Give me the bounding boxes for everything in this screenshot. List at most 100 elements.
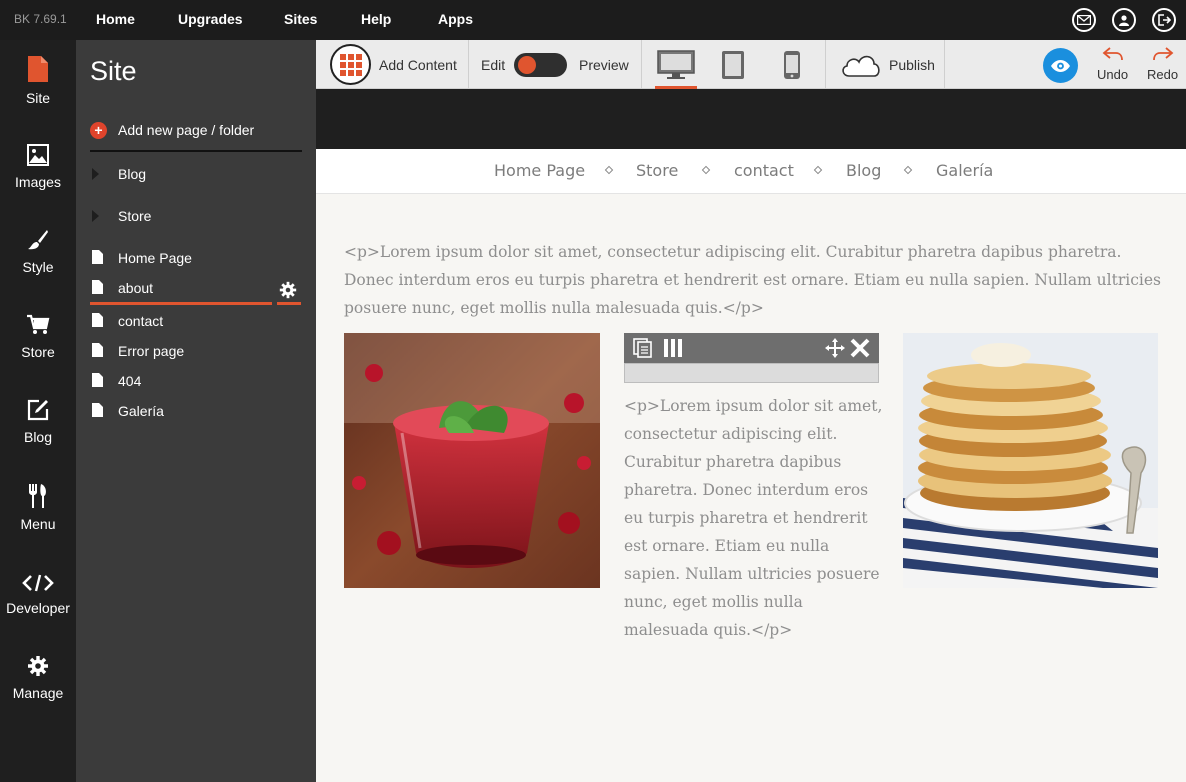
undo-button[interactable]: Undo xyxy=(1097,67,1128,82)
edit-preview-toggle[interactable] xyxy=(514,53,567,77)
view-site-button[interactable] xyxy=(1043,48,1078,83)
tree-item-blog[interactable]: Blog xyxy=(90,164,302,188)
version-label: BK 7.69.1 xyxy=(14,12,67,26)
expand-arrow-icon[interactable] xyxy=(92,210,99,222)
rail-item-manage[interactable]: Manage xyxy=(0,655,76,735)
tree-item-label: about xyxy=(118,280,154,296)
rail-label-developer: Developer xyxy=(6,600,70,616)
add-new-page-label: Add new page / folder xyxy=(118,122,255,138)
redo-icon[interactable] xyxy=(1152,47,1174,61)
publish-button[interactable]: Publish xyxy=(889,57,935,73)
tree-item-404[interactable]: 404 xyxy=(90,371,302,395)
page-icon xyxy=(92,403,103,417)
page-settings-gear-icon[interactable] xyxy=(279,281,297,299)
add-content-button[interactable] xyxy=(330,44,371,85)
page-settings-indicator xyxy=(277,302,301,305)
tablet-view-icon[interactable] xyxy=(721,50,745,80)
account-icon[interactable] xyxy=(1112,8,1136,32)
page-icon xyxy=(92,313,103,327)
pancakes-image[interactable] xyxy=(903,333,1158,588)
tree-item-galeria[interactable]: Galería xyxy=(90,401,302,425)
rail-label-images: Images xyxy=(15,174,61,190)
page-icon xyxy=(92,343,103,357)
tree-item-home-page[interactable]: Home Page xyxy=(90,248,302,272)
plus-icon: + xyxy=(90,122,107,139)
tree-item-label: 404 xyxy=(118,373,142,389)
site-nav-home-page[interactable]: Home Page xyxy=(494,161,585,180)
preview-mode-label: Preview xyxy=(579,57,629,73)
rail-label-site: Site xyxy=(25,90,51,106)
rail-label-manage: Manage xyxy=(12,685,64,701)
copy-block-icon[interactable] xyxy=(633,338,653,358)
expand-arrow-icon[interactable] xyxy=(92,168,99,180)
site-nav-store[interactable]: Store xyxy=(636,161,678,180)
undo-icon[interactable] xyxy=(1102,47,1124,61)
rail-item-site[interactable]: Site xyxy=(0,56,76,136)
edit-mode-label: Edit xyxy=(481,57,506,73)
tree-item-label: Blog xyxy=(118,166,147,182)
toggle-knob xyxy=(518,56,536,74)
code-icon xyxy=(22,574,54,592)
grid-icon xyxy=(340,54,362,76)
tree-item-error-page[interactable]: Error page xyxy=(90,341,302,365)
phone-view-icon[interactable] xyxy=(783,50,801,80)
left-rail: Site Images Style Store Blog Menu Develo… xyxy=(0,40,76,782)
nav-separator xyxy=(903,165,913,175)
rail-label-menu: Menu xyxy=(20,516,56,532)
rail-item-menu[interactable]: Menu xyxy=(0,484,76,564)
redo-button[interactable]: Redo xyxy=(1147,67,1178,82)
column-paragraph[interactable]: <p>Lorem ipsum dolor sit amet, consectet… xyxy=(624,392,884,644)
site-nav-contact[interactable]: contact xyxy=(734,161,794,180)
block-toolbar xyxy=(624,333,879,363)
add-new-page-button[interactable]: + Add new page / folder xyxy=(90,120,302,152)
site-page-icon xyxy=(28,56,48,82)
columns-icon[interactable] xyxy=(663,338,683,358)
page-icon xyxy=(92,250,103,264)
site-nav-blog[interactable]: Blog xyxy=(846,161,881,180)
fork-knife-icon xyxy=(29,484,46,508)
panel-title: Site xyxy=(90,56,137,86)
rail-item-images[interactable]: Images xyxy=(0,144,76,224)
drink-image[interactable] xyxy=(344,333,600,588)
logout-icon[interactable] xyxy=(1152,8,1176,32)
site-header xyxy=(316,89,1186,149)
rail-item-style[interactable]: Style xyxy=(0,229,76,309)
toolbar-divider xyxy=(468,40,469,89)
tree-item-label: contact xyxy=(118,313,164,329)
mail-icon[interactable] xyxy=(1072,8,1096,32)
toolbar-divider xyxy=(825,40,826,89)
topnav-help[interactable]: Help xyxy=(361,11,391,27)
tree-item-about[interactable]: about xyxy=(90,278,302,302)
rail-label-store: Store xyxy=(21,344,55,360)
rail-label-style: Style xyxy=(22,259,54,275)
site-navigation: Home Page Store contact Blog Galería xyxy=(316,149,1186,194)
add-content-label[interactable]: Add Content xyxy=(379,57,457,73)
brush-icon xyxy=(28,230,48,250)
desktop-view-icon[interactable] xyxy=(657,50,695,80)
tree-item-contact[interactable]: contact xyxy=(90,311,302,335)
image-icon xyxy=(27,144,49,166)
rail-label-blog: Blog xyxy=(23,429,53,445)
page-icon xyxy=(92,280,103,294)
nav-separator xyxy=(701,165,711,175)
rail-item-developer[interactable]: Developer xyxy=(0,574,76,654)
rail-item-store[interactable]: Store xyxy=(0,314,76,394)
toolbar-divider xyxy=(944,40,945,89)
topnav-upgrades[interactable]: Upgrades xyxy=(178,11,243,27)
gear-icon xyxy=(28,656,48,676)
block-drop-zone xyxy=(624,363,879,383)
selected-page-indicator xyxy=(90,302,272,305)
nav-separator xyxy=(813,165,823,175)
topnav-apps[interactable]: Apps xyxy=(438,11,473,27)
move-icon[interactable] xyxy=(824,337,846,359)
tree-item-store[interactable]: Store xyxy=(90,206,302,230)
nav-separator xyxy=(604,165,614,175)
topnav-sites[interactable]: Sites xyxy=(284,11,317,27)
topnav-home[interactable]: Home xyxy=(96,11,135,27)
cloud-icon[interactable] xyxy=(839,52,883,78)
site-nav-galeria[interactable]: Galería xyxy=(936,161,993,180)
intro-paragraph[interactable]: <p>Lorem ipsum dolor sit amet, consectet… xyxy=(344,238,1164,322)
rail-item-blog[interactable]: Blog xyxy=(0,399,76,479)
tree-item-label: Store xyxy=(118,208,152,224)
close-icon[interactable] xyxy=(849,337,871,359)
